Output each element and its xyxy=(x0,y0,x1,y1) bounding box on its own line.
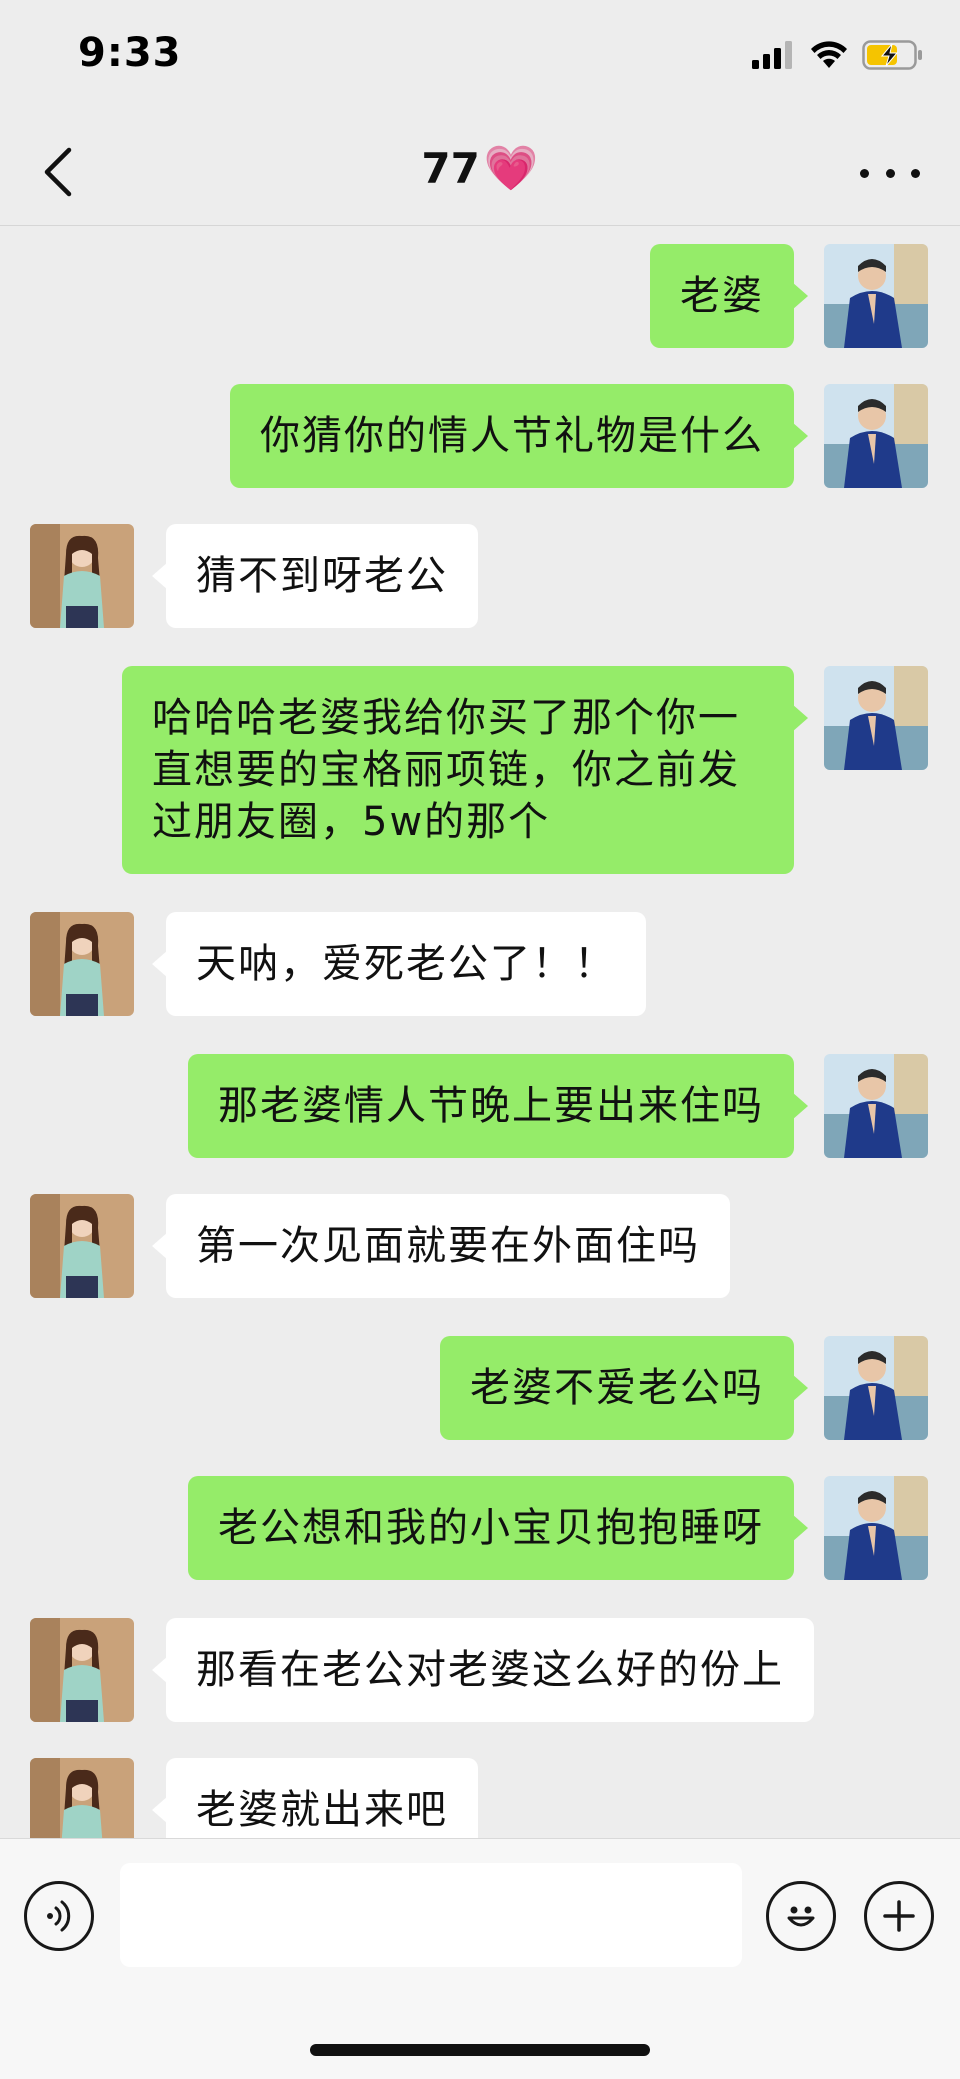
self-avatar[interactable] xyxy=(824,1476,928,1580)
contact-avatar[interactable] xyxy=(30,1194,134,1298)
nav-bar: 77💗 xyxy=(0,120,960,226)
received-message-bubble[interactable]: 第一次见面就要在外面住吗 xyxy=(152,1194,730,1298)
sent-message-bubble[interactable]: 老公想和我的小宝贝抱抱睡呀 xyxy=(188,1476,808,1580)
self-avatar[interactable] xyxy=(824,1336,928,1440)
signal-icon xyxy=(752,41,792,69)
sent-message-bubble[interactable]: 老婆不爱老公吗 xyxy=(440,1336,808,1440)
chat-screen: 9:33 77💗 老婆 你猜你的情人节礼物是什么 猜不到呀老公 哈哈哈老婆我给你… xyxy=(0,0,960,2079)
more-button[interactable] xyxy=(860,158,920,188)
input-bar xyxy=(0,1838,960,2079)
status-icons xyxy=(752,40,924,70)
self-avatar[interactable] xyxy=(824,1054,928,1158)
voice-button[interactable] xyxy=(24,1881,94,1951)
battery-icon xyxy=(862,40,922,70)
self-avatar[interactable] xyxy=(824,384,928,488)
sent-message-bubble[interactable]: 老婆 xyxy=(650,244,808,348)
received-message-bubble[interactable]: 天呐，爱死老公了！！ xyxy=(152,912,646,1016)
contact-avatar[interactable] xyxy=(30,524,134,628)
voice-icon xyxy=(47,1900,71,1932)
contact-avatar[interactable] xyxy=(30,912,134,1016)
contact-avatar[interactable] xyxy=(30,1618,134,1722)
more-dots-icon xyxy=(860,168,869,178)
contact-avatar[interactable] xyxy=(30,1758,134,1838)
message-input[interactable] xyxy=(120,1863,742,1967)
plus-button[interactable] xyxy=(864,1881,934,1951)
emoji-icon xyxy=(787,1906,815,1927)
plus-icon xyxy=(883,1900,915,1932)
sent-message-bubble[interactable]: 你猜你的情人节礼物是什么 xyxy=(230,384,808,488)
wifi-icon xyxy=(811,41,847,68)
more-dot xyxy=(885,168,895,178)
received-message-bubble[interactable]: 老婆就出来吧 xyxy=(152,1758,478,1838)
self-avatar[interactable] xyxy=(824,666,928,770)
received-message-bubble[interactable]: 猜不到呀老公 xyxy=(152,524,478,628)
self-avatar[interactable] xyxy=(824,244,928,348)
chat-title: 77💗 xyxy=(0,142,960,194)
chat-title-text: 77 xyxy=(421,144,480,193)
received-message-bubble[interactable]: 那看在老公对老婆这么好的份上 xyxy=(152,1618,814,1722)
status-time: 9:33 xyxy=(78,30,182,76)
heart-emoji: 💗 xyxy=(483,143,539,194)
sent-message-bubble[interactable]: 哈哈哈老婆我给你买了那个你一 直想要的宝格丽项链，你之前发 过朋友圈，5w的那个 xyxy=(122,666,808,874)
more-dot xyxy=(911,168,920,178)
status-bar: 9:33 xyxy=(0,0,960,120)
home-indicator[interactable] xyxy=(310,2044,650,2056)
emoji-button[interactable] xyxy=(766,1881,836,1951)
chat-messages: 老婆 你猜你的情人节礼物是什么 猜不到呀老公 哈哈哈老婆我给你买了那个你一 直想… xyxy=(0,226,960,1838)
sent-message-bubble[interactable]: 那老婆情人节晚上要出来住吗 xyxy=(188,1054,808,1158)
